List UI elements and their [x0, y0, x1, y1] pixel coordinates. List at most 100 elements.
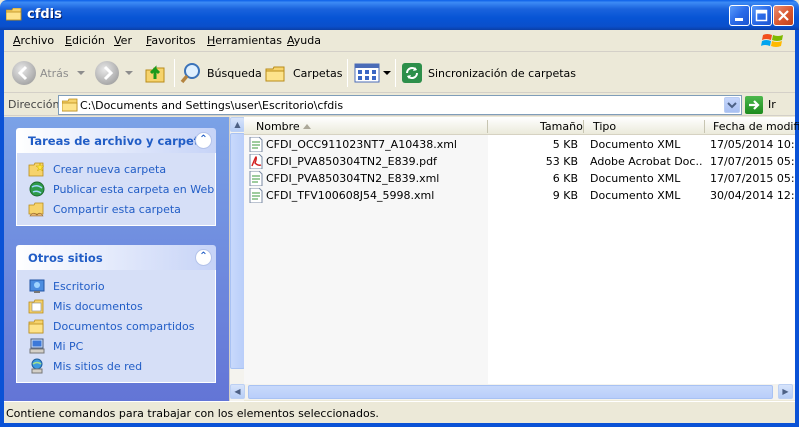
task-pane: Tareas de archivo y carpeta ⌃ Crear nuev…	[4, 117, 229, 401]
close-button[interactable]	[773, 5, 794, 26]
place-desktop[interactable]: Escritorio	[17, 276, 215, 296]
file-list[interactable]: Nombre Tamaño Tipo Fecha de modifica CFD…	[244, 117, 799, 385]
place-label: Mis documentos	[53, 299, 143, 313]
address-label: Dirección	[8, 98, 60, 111]
folder-icon	[28, 318, 45, 334]
views-icon	[354, 63, 380, 83]
search-button[interactable]: Búsqueda	[179, 58, 262, 88]
address-bar: Dirección C:\Documents and Settings\user…	[4, 94, 795, 116]
place-network[interactable]: Mis sitios de red	[17, 356, 215, 376]
go-button[interactable]	[745, 96, 763, 114]
status-bar: Contiene comandos para trabajar con los …	[4, 401, 795, 423]
address-path: C:\Documents and Settings\user\Escritori…	[80, 99, 344, 112]
file-row[interactable]: CFDI_PVA850304TN2_E839.xml 6 KB Document…	[244, 170, 795, 187]
window-title: cfdis	[27, 7, 62, 22]
menu-edicion[interactable]: Edición	[65, 34, 105, 47]
file-size: 9 KB	[552, 189, 578, 202]
scroll-right-button[interactable]: ▶	[778, 384, 793, 399]
column-date[interactable]: Fecha de modifica	[713, 120, 799, 133]
sync-label: Sincronización de carpetas	[428, 66, 577, 80]
menu-herramientas[interactable]: Herramientas	[207, 34, 282, 47]
file-size: 5 KB	[552, 138, 578, 151]
scroll-thumb[interactable]	[248, 385, 773, 399]
place-shared-documents[interactable]: Documentos compartidos	[17, 316, 215, 336]
folder-icon	[6, 8, 22, 21]
close-icon	[778, 10, 789, 21]
up-folder-icon	[145, 65, 165, 83]
file-name: CFDI_TFV100608J54_5998.xml	[266, 189, 435, 202]
xml-file-icon	[249, 171, 263, 186]
file-row[interactable]: CFDI_TFV100608J54_5998.xml 9 KB Document…	[244, 187, 795, 204]
xml-file-icon	[249, 188, 263, 203]
scroll-thumb[interactable]	[230, 133, 245, 369]
collapse-icon[interactable]: ⌃	[195, 249, 212, 266]
minimize-button[interactable]	[729, 5, 750, 26]
new-folder-icon	[28, 161, 45, 177]
back-arrow-icon	[12, 61, 36, 85]
menu-archivo[interactable]: Archivo	[13, 34, 54, 47]
scroll-up-button[interactable]: ▲	[230, 117, 245, 132]
place-my-documents[interactable]: Mis documentos	[17, 296, 215, 316]
panel-title: Tareas de archivo y carpeta	[28, 134, 208, 148]
panel-title: Otros sitios	[28, 251, 103, 265]
maximize-icon	[755, 9, 768, 22]
place-my-computer[interactable]: Mi PC	[17, 336, 215, 356]
place-label: Mis sitios de red	[53, 359, 143, 373]
address-dropdown-button[interactable]	[724, 97, 740, 113]
folder-sync-button[interactable]: Sincronización de carpetas	[400, 58, 576, 88]
task-label: Compartir esta carpeta	[53, 202, 181, 216]
collapse-icon[interactable]: ⌃	[195, 132, 212, 149]
file-row[interactable]: CFDI_OCC911023NT7_A10438.xml 5 KB Docume…	[244, 136, 795, 153]
file-size: 53 KB	[545, 155, 578, 168]
file-row[interactable]: CFDI_PVA850304TN2_E839.pdf 53 KB Adobe A…	[244, 153, 795, 170]
go-label[interactable]: Ir	[768, 98, 776, 111]
file-name: CFDI_PVA850304TN2_E839.xml	[266, 172, 440, 185]
file-date: 17/07/2015 05:04	[710, 155, 795, 168]
my-documents-icon	[28, 298, 45, 314]
toolbar: Atrás Búsqueda Carpetas Sincronización d…	[4, 53, 795, 93]
column-size[interactable]: Tamaño	[540, 120, 583, 133]
forward-button[interactable]	[95, 58, 135, 88]
views-button[interactable]	[354, 58, 392, 88]
menu-ayuda[interactable]: Ayuda	[287, 34, 321, 47]
column-type[interactable]: Tipo	[593, 120, 616, 133]
task-new-folder[interactable]: Crear nueva carpeta	[17, 159, 215, 179]
file-date: 17/07/2015 05:04	[710, 172, 795, 185]
file-type: Documento XML	[590, 172, 681, 185]
chevron-down-icon	[76, 71, 85, 75]
chevron-down-icon	[125, 71, 133, 75]
menu-favoritos[interactable]: Favoritos	[146, 34, 196, 47]
folder-icon	[62, 98, 78, 112]
window-frame-bottom	[0, 423, 799, 427]
panel-header[interactable]: Tareas de archivo y carpeta ⌃	[16, 128, 216, 153]
file-folder-tasks-panel: Tareas de archivo y carpeta ⌃ Crear nuev…	[16, 128, 216, 226]
place-label: Documentos compartidos	[53, 319, 195, 333]
computer-icon	[28, 338, 45, 354]
go-arrow-icon	[749, 100, 760, 110]
chevron-down-icon	[727, 102, 737, 109]
title-bar[interactable]: cfdis	[0, 0, 799, 30]
folders-button[interactable]: Carpetas	[265, 58, 342, 88]
forward-arrow-icon	[95, 61, 119, 85]
file-list-horizontal-scrollbar[interactable]: ◀ ▶	[230, 384, 795, 400]
up-folder-button[interactable]	[144, 58, 168, 88]
menu-ver[interactable]: Ver	[114, 34, 132, 47]
address-input[interactable]: C:\Documents and Settings\user\Escritori…	[58, 95, 742, 115]
column-header-row: Nombre Tamaño Tipo Fecha de modifica	[244, 117, 799, 135]
scroll-left-button[interactable]: ◀	[230, 384, 245, 399]
column-name[interactable]: Nombre	[256, 120, 300, 133]
file-type: Adobe Acrobat Doc...	[590, 155, 702, 168]
task-share-folder[interactable]: Compartir esta carpeta	[17, 199, 215, 219]
place-label: Escritorio	[53, 279, 105, 293]
task-publish-web[interactable]: Publicar esta carpeta en Web	[17, 179, 215, 199]
file-type: Documento XML	[590, 189, 681, 202]
maximize-button[interactable]	[751, 5, 772, 26]
pdf-file-icon	[249, 154, 263, 169]
task-pane-scrollbar[interactable]: ▲ ▼	[229, 117, 245, 401]
menu-bar: Archivo Edición Ver Favoritos Herramient…	[4, 30, 795, 52]
share-folder-icon	[28, 201, 45, 217]
window-frame-right	[795, 30, 799, 427]
panel-header[interactable]: Otros sitios ⌃	[16, 245, 216, 270]
back-button[interactable]: Atrás	[12, 58, 87, 88]
search-label: Búsqueda	[207, 66, 262, 80]
